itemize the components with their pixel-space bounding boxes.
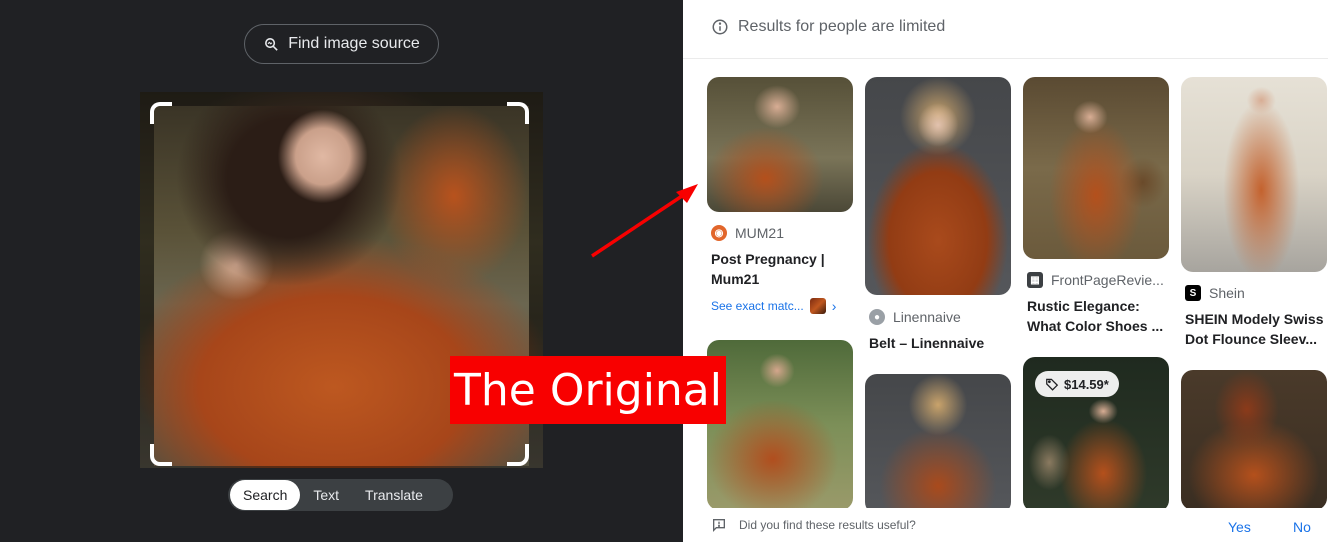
result-title-3[interactable]: Rustic Elegance: What Color Shoes ... bbox=[1027, 296, 1175, 336]
price-tag-icon bbox=[1046, 378, 1059, 391]
result-source-name: FrontPageRevie... bbox=[1051, 272, 1164, 288]
lens-page: Find image source Search Text Translate … bbox=[0, 0, 1342, 542]
feedback-question-text: Did you find these results useful? bbox=[739, 518, 916, 532]
mode-search-tab[interactable]: Search bbox=[230, 480, 301, 510]
mode-text-tab[interactable]: Text bbox=[300, 480, 352, 510]
feedback-question: Did you find these results useful? bbox=[711, 517, 916, 533]
result-title-3-line: What Color Shoes ... bbox=[1027, 318, 1164, 334]
find-image-source-button[interactable]: Find image source bbox=[244, 24, 439, 64]
results-panel: Results for people are limited ◉ MUM21 P… bbox=[683, 0, 1342, 542]
exact-match-thumbnail bbox=[809, 298, 826, 314]
price-badge-text: $14.59* bbox=[1064, 376, 1109, 392]
result-source-3[interactable]: ▦ FrontPageRevie... bbox=[1027, 272, 1164, 288]
result-title-2[interactable]: Belt – Linennaive bbox=[869, 333, 1017, 353]
result-title-4-line: SHEIN Modely Swiss bbox=[1185, 311, 1324, 327]
linennaive-favicon-icon: ● bbox=[869, 309, 885, 325]
result-thumbnail-4[interactable] bbox=[1181, 77, 1327, 272]
see-exact-matches-label: See exact matc... bbox=[711, 299, 804, 313]
query-image-panel: Find image source Search Text Translate bbox=[0, 0, 683, 542]
result-source-name: Shein bbox=[1209, 285, 1245, 301]
annotation-label: The Original bbox=[450, 356, 726, 424]
info-icon bbox=[712, 19, 728, 35]
crop-handle-bottom-left[interactable] bbox=[150, 444, 172, 466]
mode-translate-tab[interactable]: Translate bbox=[352, 480, 436, 510]
result-thumbnail-3[interactable] bbox=[1023, 77, 1169, 259]
result-source-name: Linennaive bbox=[893, 309, 961, 325]
feedback-icon bbox=[713, 519, 725, 532]
feedback-yes-button[interactable]: Yes bbox=[1228, 519, 1251, 535]
result-thumbnail-2[interactable] bbox=[865, 77, 1011, 295]
result-source-2[interactable]: ● Linennaive bbox=[869, 309, 961, 325]
result-title-3-line: Rustic Elegance: bbox=[1027, 298, 1140, 314]
result-thumbnail-6[interactable] bbox=[865, 374, 1011, 514]
result-title-4-line: Dot Flounce Sleev... bbox=[1185, 331, 1317, 347]
result-title-4[interactable]: SHEIN Modely Swiss Dot Flounce Sleev... bbox=[1185, 309, 1335, 349]
results-notice: Results for people are limited bbox=[711, 18, 945, 36]
crop-handle-bottom-right[interactable] bbox=[507, 444, 529, 466]
chevron-right-icon: › bbox=[831, 298, 837, 314]
result-source-1[interactable]: ◉ MUM21 bbox=[711, 225, 784, 241]
result-source-4[interactable]: S Shein bbox=[1185, 285, 1245, 301]
feedback-bar: Did you find these results useful? Yes N… bbox=[683, 508, 1342, 542]
mode-switcher: Search Text Translate bbox=[228, 479, 453, 511]
result-title-1[interactable]: Post Pregnancy | Mum21 bbox=[711, 249, 859, 289]
result-thumbnail-7[interactable]: $14.59* bbox=[1023, 357, 1169, 512]
find-image-source-label: Find image source bbox=[288, 35, 420, 52]
shein-favicon-icon: S bbox=[1185, 285, 1201, 301]
feedback-no-button[interactable]: No bbox=[1293, 519, 1311, 535]
crop-handle-top-left[interactable] bbox=[150, 102, 172, 124]
price-badge: $14.59* bbox=[1035, 371, 1119, 397]
frontpagereview-favicon-icon: ▦ bbox=[1027, 272, 1043, 288]
divider bbox=[683, 58, 1328, 59]
mum21-favicon-icon: ◉ bbox=[711, 225, 727, 241]
result-thumbnail-5[interactable] bbox=[707, 340, 853, 510]
see-exact-matches-link[interactable]: See exact matc... › bbox=[711, 298, 836, 314]
image-search-icon bbox=[265, 37, 278, 51]
result-thumbnail-8[interactable] bbox=[1181, 370, 1327, 510]
result-thumbnail-1[interactable] bbox=[707, 77, 853, 212]
crop-handle-top-right[interactable] bbox=[507, 102, 529, 124]
result-source-name: MUM21 bbox=[735, 225, 785, 241]
results-notice-text: Results for people are limited bbox=[738, 18, 946, 35]
